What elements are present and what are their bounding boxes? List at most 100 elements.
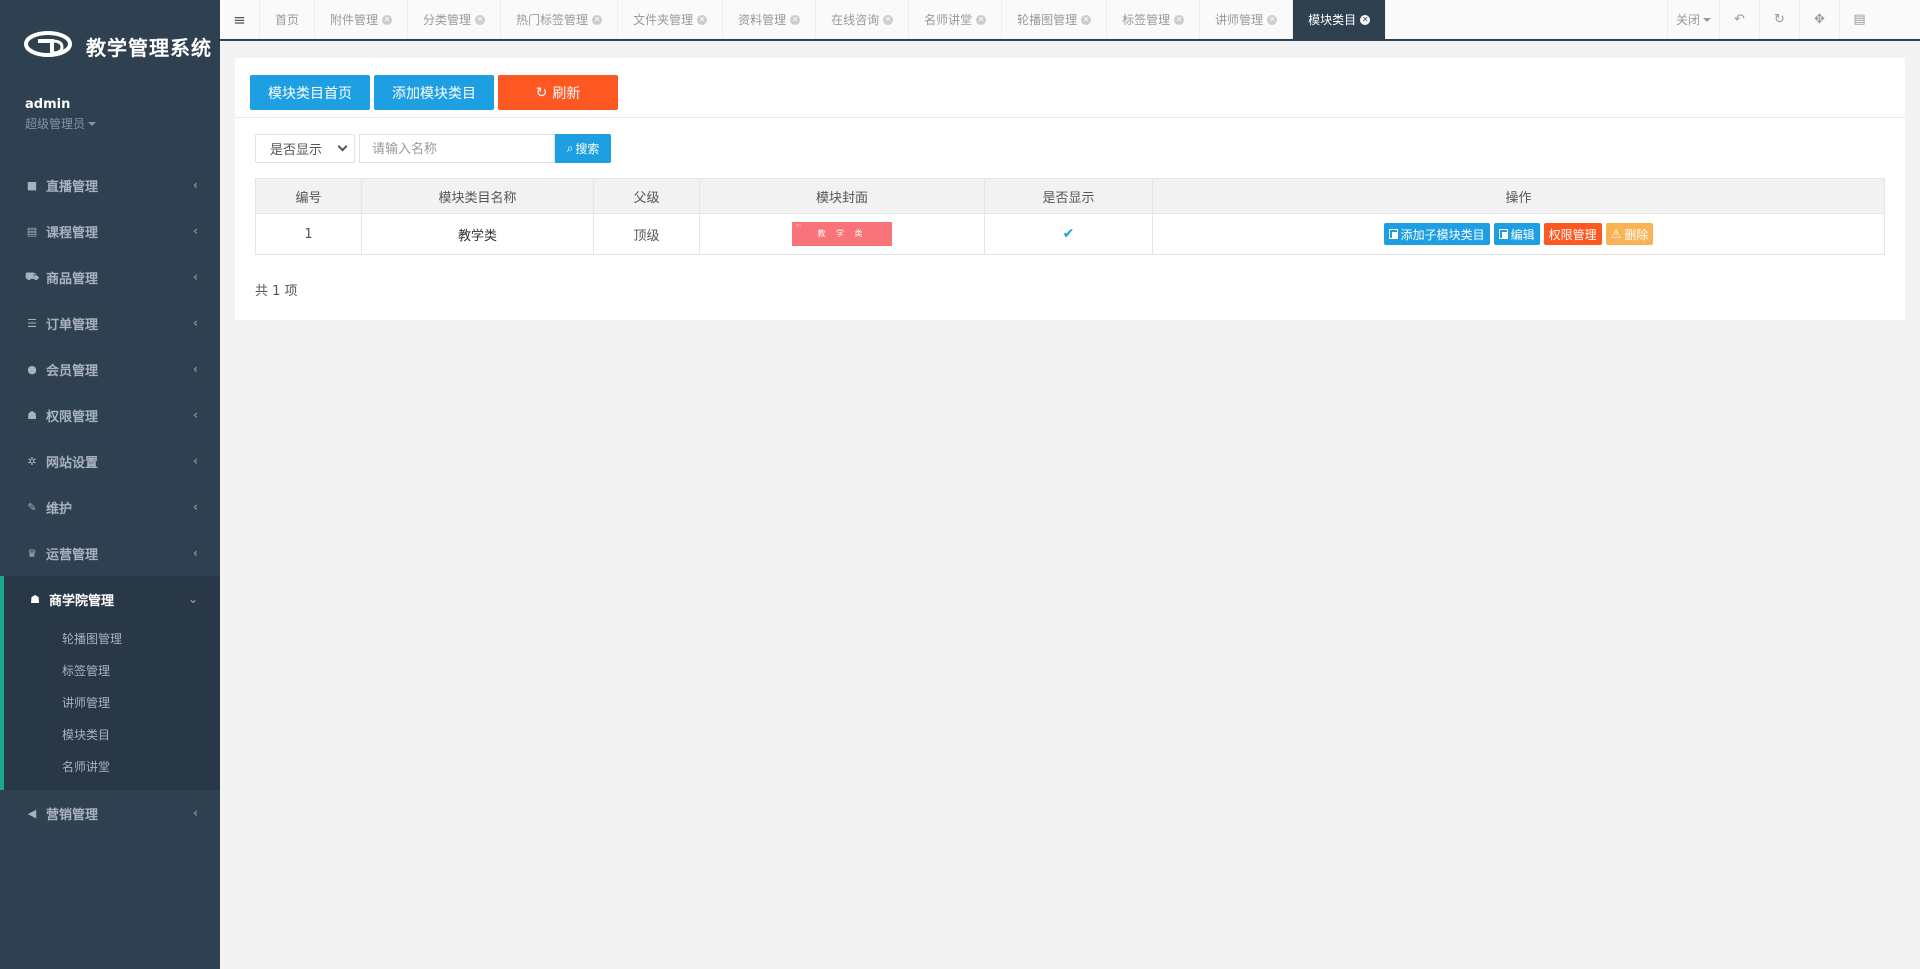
tab-categories[interactable]: 分类管理 ✕ (408, 0, 502, 39)
close-icon[interactable]: ✕ (883, 14, 894, 25)
tab-master-lecture[interactable]: 名师讲堂 ✕ (909, 0, 1003, 39)
column-header: 操作 (1152, 178, 1885, 214)
tab-folders[interactable]: 文件夹管理 ✕ (618, 0, 724, 39)
tab-module-category[interactable]: 模块类目 ✕ (1293, 0, 1387, 39)
cell-actions: 添加子模块类目 编辑 权限管理 ⚠ 删除 (1152, 213, 1885, 255)
tools-spacer (1879, 0, 1920, 39)
chevron-down-icon (337, 141, 348, 152)
sidebar-item-operations[interactable]: ♛ 运营管理 ‹ (0, 530, 220, 576)
chevron-left-icon: ‹ (193, 454, 198, 468)
trophy-icon: ♛ (27, 546, 37, 560)
submenu-item-module-category[interactable]: 模块类目 (4, 718, 220, 750)
search-button[interactable]: ⌕ 搜索 (555, 134, 611, 163)
search-label: 搜索 (575, 142, 600, 156)
sidebar-item-orders[interactable]: ☰ 订单管理 ‹ (0, 300, 220, 346)
tab-carousel[interactable]: 轮播图管理 ✕ (1002, 0, 1108, 39)
sidebar-item-course[interactable]: ▤ 课程管理 ‹ (0, 208, 220, 254)
chevron-left-icon: ‹ (193, 178, 198, 192)
submenu-item-tags[interactable]: 标签管理 (4, 654, 220, 686)
tab-tags[interactable]: 标签管理 ✕ (1107, 0, 1201, 39)
sidebar-item-site-settings[interactable]: ✲ 网站设置 ‹ (0, 438, 220, 484)
tab-label: 热门标签管理 (516, 13, 589, 27)
tab-tools: 关闭 ↶ ↻ ✥ ▤ (1667, 0, 1920, 39)
close-icon[interactable]: ✕ (790, 14, 801, 25)
submenu-item-lecturers[interactable]: 讲师管理 (4, 686, 220, 718)
tab-online-consult[interactable]: 在线咨询 ✕ (816, 0, 910, 39)
close-icon[interactable]: ✕ (475, 14, 486, 25)
table-header-row: 编号 模块类目名称 父级 模块封面 是否显示 操作 (255, 178, 1885, 214)
display-filter-select[interactable]: 是否显示 (255, 134, 355, 163)
sidebar-item-label: 订单管理 (46, 317, 99, 333)
submenu: 轮播图管理 标签管理 讲师管理 模块类目 名师讲堂 (4, 622, 220, 790)
add-child-label: 添加子模块类目 (1400, 227, 1485, 242)
chevron-left-icon: ‹ (193, 806, 198, 820)
sidebar-item-label: 权限管理 (46, 409, 99, 425)
tab-materials[interactable]: 资料管理 ✕ (723, 0, 817, 39)
column-header: 编号 (255, 178, 362, 214)
close-icon[interactable]: ✕ (1081, 14, 1092, 25)
permission-button[interactable]: 权限管理 (1543, 223, 1602, 245)
delete-button[interactable]: ⚠ 删除 (1605, 223, 1654, 245)
gear-icon: ✲ (27, 454, 37, 468)
search-input[interactable] (359, 134, 555, 163)
role-label: 超级管理员 (25, 117, 86, 131)
sidebar-item-label: 课程管理 (46, 225, 99, 241)
menu-toggle-icon[interactable]: ≡ (220, 0, 260, 39)
close-icon[interactable]: ✕ (1267, 14, 1278, 25)
sidebar-item-maintenance[interactable]: ✎ 维护 ‹ (0, 484, 220, 530)
submenu-item-carousel[interactable]: 轮播图管理 (4, 622, 220, 654)
cover-text: 教 学 类 (817, 229, 867, 238)
close-icon[interactable]: ✕ (697, 14, 708, 25)
sidebar-item-label: 运营管理 (46, 547, 99, 563)
tab-label: 在线咨询 (831, 13, 880, 27)
sidebar-item-members[interactable]: ● 会员管理 ‹ (0, 346, 220, 392)
tab-attachments[interactable]: 附件管理 ✕ (315, 0, 409, 39)
cover-thumbnail[interactable]: ▭ 教 学 类 (792, 222, 892, 246)
close-icon[interactable]: ✕ (382, 14, 393, 25)
close-icon[interactable]: ✕ (1360, 14, 1371, 25)
fullscreen-icon[interactable]: ✥ (1799, 0, 1839, 39)
submenu-item-master-lecture[interactable]: 名师讲堂 (4, 750, 220, 782)
refresh-icon[interactable]: ↻ (1759, 0, 1799, 39)
filter-bar: 是否显示 ⌕ 搜索 (235, 118, 1905, 164)
sidebar-item-business-school[interactable]: ☗ 商学院管理 ⌄ (4, 576, 220, 622)
chevron-left-icon: ‹ (193, 546, 198, 560)
list-icon: ☰ (27, 316, 37, 330)
refresh-button[interactable]: ↻ 刷新 (498, 75, 618, 110)
tab-hot-tags[interactable]: 热门标签管理 ✕ (501, 0, 619, 39)
tab-label: 标签管理 (1122, 13, 1171, 27)
cell-visible: ✔ (984, 213, 1153, 255)
sidebar-item-label: 维护 (46, 501, 73, 517)
column-header: 模块封面 (699, 178, 985, 214)
add-child-button[interactable]: 添加子模块类目 (1383, 223, 1490, 245)
tab-lecturers[interactable]: 讲师管理 ✕ (1200, 0, 1294, 39)
tab-home[interactable]: 首页 (260, 0, 316, 39)
video-icon: ■ (26, 178, 38, 192)
module-category-home-button[interactable]: 模块类目首页 (250, 75, 370, 110)
sidebar-item-live[interactable]: ■ 直播管理 ‹ (0, 162, 220, 208)
sidebar-item-goods[interactable]: ⛟ 商品管理 ‹ (0, 254, 220, 300)
settings-panel-icon[interactable]: ▤ (1839, 0, 1879, 39)
close-icon[interactable]: ✕ (976, 14, 987, 25)
module-category-table: 编号 模块类目名称 父级 模块封面 是否显示 操作 1 教学类 顶级 ▭ 教 学… (255, 178, 1885, 255)
tab-label: 模块类目 (1308, 13, 1357, 27)
edit-label: 编辑 (1510, 227, 1535, 242)
close-icon[interactable]: ✕ (592, 14, 603, 25)
refresh-label: 刷新 (552, 84, 581, 101)
sidebar-item-permissions[interactable]: ☗ 权限管理 ‹ (0, 392, 220, 438)
undo-icon[interactable]: ↶ (1719, 0, 1759, 39)
column-header: 是否显示 (984, 178, 1153, 214)
tab-label: 首页 (275, 13, 300, 27)
close-icon[interactable]: ✕ (1174, 14, 1185, 25)
close-tabs-dropdown[interactable]: 关闭 (1667, 0, 1719, 39)
copy-icon (1498, 229, 1508, 239)
refresh-icon: ↻ (535, 84, 548, 100)
sidebar-item-marketing[interactable]: ◀ 营销管理 ‹ (0, 790, 220, 836)
role-dropdown[interactable]: 超级管理员 (25, 115, 195, 132)
users-icon: ☗ (30, 592, 40, 606)
chevron-left-icon: ‹ (193, 224, 198, 238)
cell-parent: 顶级 (593, 213, 700, 255)
edit-button[interactable]: 编辑 (1493, 223, 1540, 245)
delete-label: 删除 (1624, 227, 1649, 242)
add-module-category-button[interactable]: 添加模块类目 (374, 75, 494, 110)
